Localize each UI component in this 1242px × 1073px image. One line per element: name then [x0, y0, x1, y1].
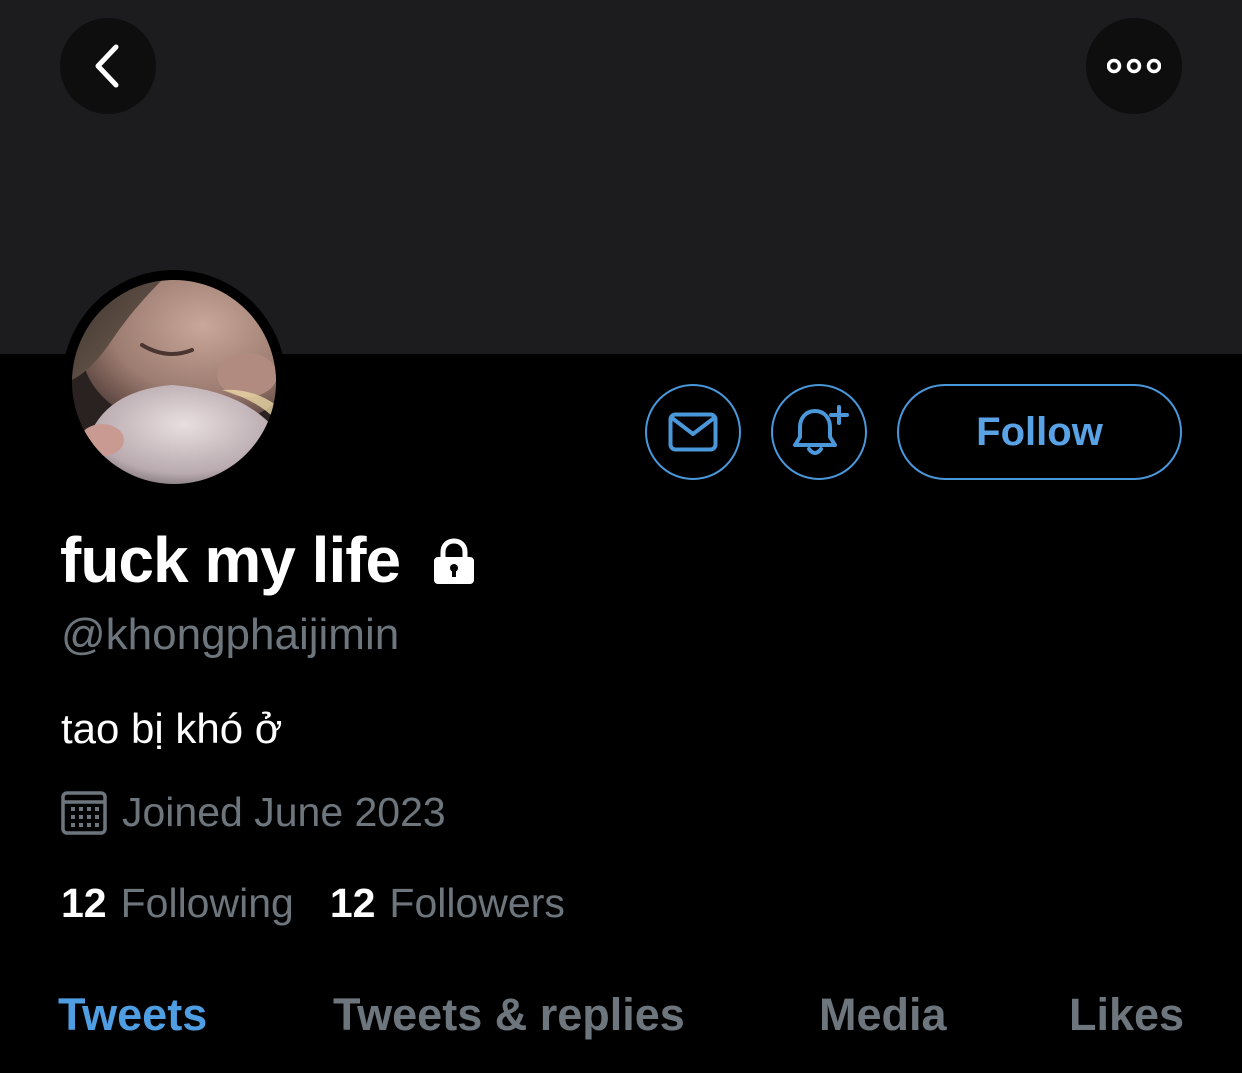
profile-handle: @khongphaijimin: [61, 610, 400, 659]
bell-plus-icon: [789, 405, 849, 459]
joined-text: Joined June 2023: [122, 789, 446, 835]
avatar[interactable]: [62, 270, 286, 494]
display-name-row: fuck my life: [60, 520, 478, 600]
avatar-image: [72, 280, 276, 484]
tab-media[interactable]: Media: [819, 985, 947, 1045]
message-button[interactable]: [645, 384, 741, 480]
display-name: fuck my life: [60, 524, 401, 596]
chevron-left-icon: [88, 41, 128, 91]
envelope-icon: [668, 412, 718, 452]
tab-tweets-and-replies[interactable]: Tweets & replies: [333, 985, 685, 1045]
profile-stats: 12 Following 12 Followers: [61, 876, 565, 930]
calendar-icon: [60, 788, 108, 836]
more-options-button[interactable]: [1086, 18, 1182, 114]
followers-count: 12: [329, 880, 376, 926]
profile-page: Follow fuck my life @khongphaijimin tao …: [0, 0, 1242, 1073]
more-horizontal-icon: [1107, 57, 1161, 75]
tab-tweets[interactable]: Tweets: [58, 985, 207, 1045]
notifications-button[interactable]: [771, 384, 867, 480]
following-label: Following: [120, 880, 294, 926]
profile-bio: tao bị khó ở: [61, 705, 283, 752]
tab-likes[interactable]: Likes: [1069, 985, 1184, 1045]
following-count: 12: [61, 880, 107, 926]
lock-icon: [430, 538, 478, 586]
following-link[interactable]: 12 Following: [61, 876, 294, 930]
followers-link[interactable]: 12 Followers: [330, 876, 565, 930]
follow-button[interactable]: Follow: [897, 384, 1182, 480]
joined-date: Joined June 2023: [60, 785, 446, 839]
back-button[interactable]: [60, 18, 156, 114]
followers-label: Followers: [389, 880, 565, 926]
